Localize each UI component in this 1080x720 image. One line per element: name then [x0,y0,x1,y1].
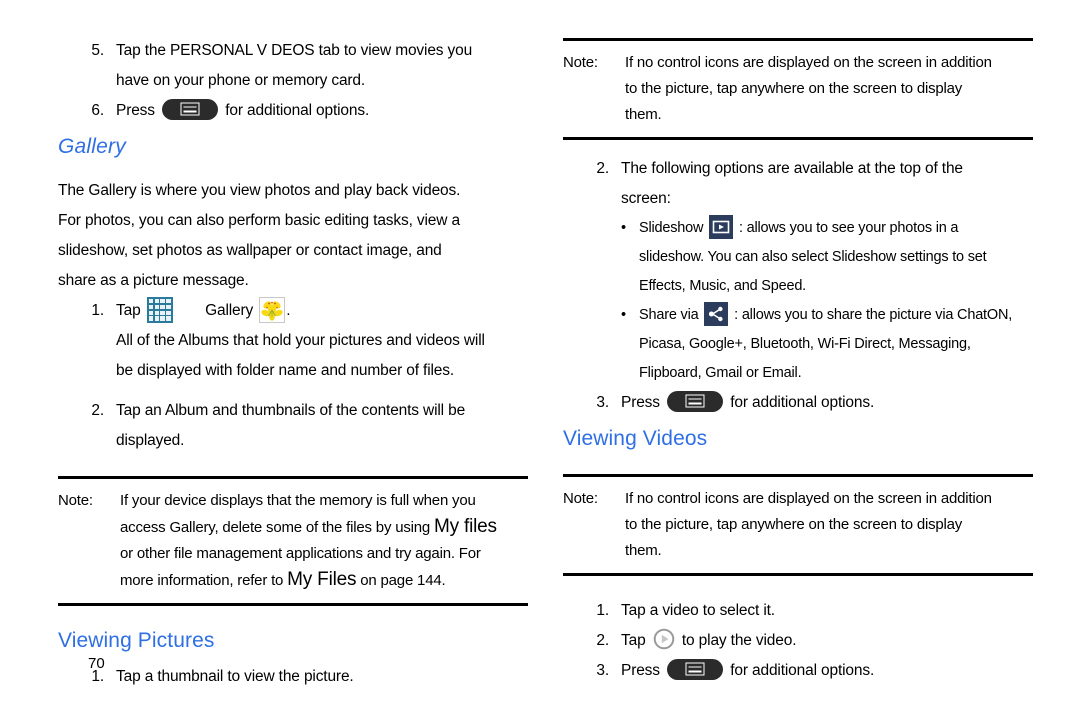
note-line-4-text: more information, refer to [120,572,288,589]
manual-page: 5. Tap the PERSONAL V DEOS tab to view m… [0,0,1080,720]
list-item-viewing-step-3: 3. Press for additional options. [563,388,1033,418]
list-item-viewing-videos-step-3: 3. Press for additional options. [563,656,1033,686]
share-via-description-line-3: Flipboard, Gmail or Email. [639,365,802,381]
list-item-gallery-step-1: 1. Tap Gallery . [58,296,528,326]
bullet-dot: • [621,307,626,323]
step-2-continuation: screen: [621,190,671,207]
slideshow-description-line-3: Effects, Music, and Speed. [639,278,807,294]
note-line-1: If no control icons are displayed on the… [625,490,992,507]
step-number: 5. [91,42,104,59]
list-item-step-6: 6. Press for additional options. [58,96,528,126]
step-text-part-c: tab to view movies you [314,42,473,59]
section-heading-viewing-videos: Viewing Videos [563,427,708,450]
step-2-text: The following options are available at t… [621,160,963,177]
right-column: Note: If no control icons are displayed … [563,0,1033,686]
gallery-app-label: Gallery [205,302,254,319]
gallery-step-1-cont-line-2: be displayed with folder name and number… [116,362,455,379]
menu-hardware-key-icon [162,98,219,120]
note-line-4: more information, refer to My Files on p… [58,567,528,594]
step-number: 1. [91,302,104,319]
list-item-viewing-step-2: 2. The following options are available a… [563,154,1033,184]
viewing-videos-step-3-text-before: Press [621,662,660,679]
list-item-gallery-step-2: 2. Tap an Album and thumbnails of the co… [58,396,528,426]
share-via-option-label: Share via [639,307,699,323]
list-item-viewing-videos-step-2: 2. Tap to play the video. [563,626,1033,656]
section-heading-viewing-pictures: Viewing Pictures [58,629,215,652]
step-number: 3. [596,394,609,411]
step-number: 2. [596,632,609,649]
gallery-intro-line-2: For photos, you can also perform basic e… [58,212,460,229]
note-line-3: them. [625,542,662,559]
personal-videos-tab-label: PERSONAL V DEOS [169,42,315,59]
step-3-text-after: for additional options. [730,394,875,411]
my-files-cross-reference: My Files [287,569,357,590]
slideshow-icon [709,214,734,239]
gallery-intro-line-1: The Gallery is where you view photos and… [58,182,461,199]
note-line-2-text: access Gallery, delete some of the files… [120,519,435,536]
share-via-option-description: : allows you to share the picture via Ch… [734,307,1013,323]
step-2-text: Tap an Album and thumbnails of the conte… [116,402,466,419]
play-circle-icon [652,627,676,651]
menu-hardware-key-icon [667,658,724,680]
gallery-intro-line-4: share as a picture message. [58,272,249,289]
section-heading-gallery: Gallery [58,135,126,158]
step-number: 1. [596,602,609,619]
gallery-flower-icon [259,296,286,323]
note-control-icons-bottom: Note: If no control icons are displayed … [563,474,1033,576]
gallery-intro-line-3: slideshow, set photos as wallpaper or co… [58,242,442,259]
list-item-viewing-videos-step-1: 1. Tap a video to select it. [563,596,1033,626]
menu-hardware-key-icon [667,390,724,412]
slideshow-description-line-2: slideshow. You can also select Slideshow… [639,249,987,265]
note-line-3: them. [625,106,662,123]
apps-grid-icon [146,296,173,323]
slideshow-option-description: : allows you to see your photos in a [738,220,959,236]
note-label: Note: [563,490,598,507]
share-via-icon [704,301,729,326]
bullet-share-via: • Share via : allows you to share the pi… [563,301,1033,330]
step-1-text-before: Tap [116,302,141,319]
slideshow-option-label: Slideshow [639,220,704,236]
bullet-dot: • [621,220,626,236]
my-files-reference-inline: My files [434,516,497,537]
viewing-videos-step-3-text-after: for additional options. [730,662,875,679]
note-label: Note: [563,54,598,71]
note-first-line: Note: If no control icons are displayed … [563,50,1033,76]
gallery-step-1-cont-line-1: All of the Albums that hold your picture… [116,332,485,349]
step-number: 2. [91,402,104,419]
step-number: 3. [596,662,609,679]
step-3-text-before: Press [621,394,660,411]
step-5-continuation: have on your phone or memory card. [116,72,366,89]
list-item-step-5: 5. Tap the PERSONAL V DEOS tab to view m… [58,36,528,66]
note-memory-full: Note: If your device displays that the m… [58,476,528,606]
note-line-3: or other file management applications an… [120,545,481,562]
note-line-2: to the picture, tap anywhere on the scre… [625,516,963,533]
step-number: 6. [91,102,104,119]
page-number: 70 [88,655,105,672]
bullet-slideshow: • Slideshow : allows you to see your pho… [563,214,1033,243]
step-number: 2. [596,160,609,177]
note-first-line: Note: If no control icons are displayed … [563,486,1033,512]
note-label: Note: [58,492,93,509]
gallery-step-2-cont: displayed. [116,432,185,449]
viewing-pictures-step-1-text: Tap a thumbnail to view the picture. [116,668,354,685]
note-first-line: Note: If your device displays that the m… [58,488,528,514]
viewing-videos-step-2-text-before: Tap [621,632,646,649]
step-6-text-before: Press [116,102,155,119]
note-line-2: to the picture, tap anywhere on the scre… [625,80,963,97]
viewing-videos-step-2-text-after: to play the video. [681,632,797,649]
list-item-viewing-pictures-step-1: 1. Tap a thumbnail to view the picture. [58,662,528,692]
viewing-videos-step-1-text: Tap a video to select it. [621,602,775,619]
note-control-icons-top: Note: If no control icons are displayed … [563,38,1033,140]
note-page-reference: on page 144. [356,572,446,589]
step-1-period: . [286,302,291,319]
note-line-1: If your device displays that the memory … [120,492,476,509]
step-6-text-after: for additional options. [225,102,370,119]
step-text-part-a: Tap the [116,42,170,59]
left-column: 5. Tap the PERSONAL V DEOS tab to view m… [58,0,528,692]
note-line-1: If no control icons are displayed on the… [625,54,992,71]
note-line-2: access Gallery, delete some of the files… [58,514,528,541]
share-via-description-line-2: Picasa, Google+, Bluetooth, Wi-Fi Direct… [639,336,971,352]
